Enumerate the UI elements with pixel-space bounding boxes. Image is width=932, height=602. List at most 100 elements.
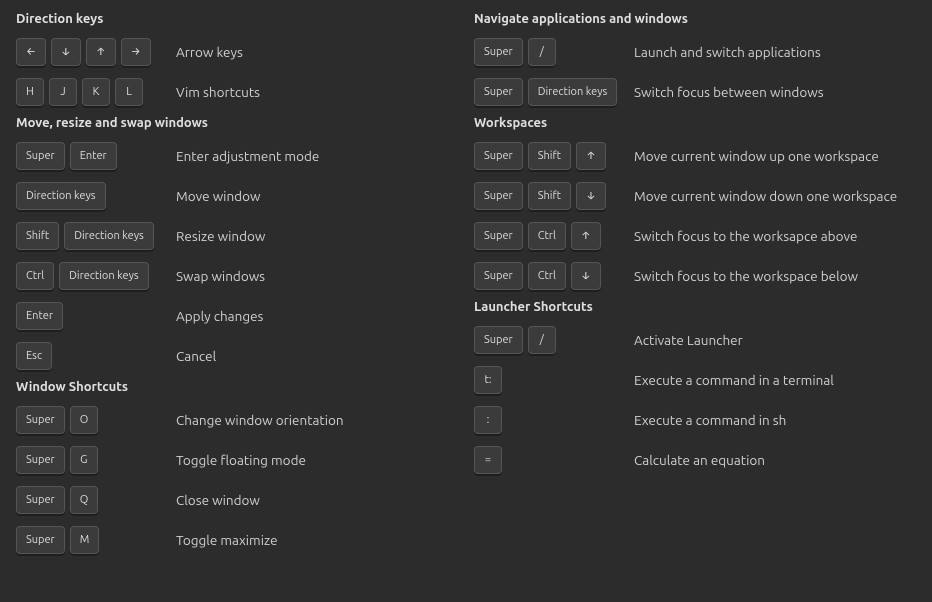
key-cap: Direction keys <box>59 262 149 290</box>
section-title: Direction keys <box>16 12 458 26</box>
key-cap: Shift <box>16 222 59 250</box>
key-group: SuperEnter <box>16 142 176 170</box>
shortcut-desc: Resize window <box>176 228 265 244</box>
key-group: SuperCtrl↑ <box>474 222 634 250</box>
shortcut-row: SuperEnterEnter adjustment mode <box>16 140 458 172</box>
shortcut-row: SuperCtrl↑Switch focus to the worksapce … <box>474 220 916 252</box>
shortcut-desc: Toggle floating mode <box>176 452 306 468</box>
key-cap: ← <box>16 38 46 66</box>
key-group: ShiftDirection keys <box>16 222 176 250</box>
shortcut-row: CtrlDirection keysSwap windows <box>16 260 458 292</box>
section-title: Window Shortcuts <box>16 380 458 394</box>
key-cap: Ctrl <box>528 222 566 250</box>
shortcut-desc: Move current window up one workspace <box>634 148 879 164</box>
shortcut-row: SuperDirection keysSwitch focus between … <box>474 76 916 108</box>
shortcut-row: t: Execute a command in a terminal <box>474 364 916 396</box>
key-group: SuperShift↑ <box>474 142 634 170</box>
shortcut-desc: Close window <box>176 492 260 508</box>
key-cap: Super <box>474 38 523 66</box>
key-cap: Q <box>70 486 99 514</box>
shortcut-row: SuperQClose window <box>16 484 458 516</box>
shortcut-desc: Apply changes <box>176 308 263 324</box>
shortcut-row: SuperShift↓Move current window down one … <box>474 180 916 212</box>
key-cap: Enter <box>70 142 117 170</box>
shortcut-desc: Change window orientation <box>176 412 344 428</box>
key-cap: Ctrl <box>528 262 566 290</box>
key-cap: ↓ <box>576 182 606 210</box>
key-cap: : <box>474 406 502 434</box>
key-cap: Enter <box>16 302 63 330</box>
shortcut-row: SuperOChange window orientation <box>16 404 458 436</box>
key-cap: ↓ <box>571 262 601 290</box>
shortcut-desc: Swap windows <box>176 268 265 284</box>
key-cap: M <box>70 526 100 554</box>
key-group: ←↓↑→ <box>16 38 176 66</box>
shortcut-desc: Move window <box>176 188 260 204</box>
key-cap: / <box>528 326 556 354</box>
key-cap: Super <box>474 182 523 210</box>
key-cap: Super <box>16 486 65 514</box>
key-group: Super/ <box>474 326 634 354</box>
key-group: SuperM <box>16 526 176 554</box>
section-title: Move, resize and swap windows <box>16 116 458 130</box>
key-cap: Super <box>16 406 65 434</box>
shortcut-row: ←↓↑→Arrow keys <box>16 36 458 68</box>
key-cap: Super <box>474 142 523 170</box>
shortcut-row: HJKLVim shortcuts <box>16 76 458 108</box>
shortcut-row: Super/Launch and switch applications <box>474 36 916 68</box>
shortcut-row: Esc Cancel <box>16 340 458 372</box>
key-group: SuperQ <box>16 486 176 514</box>
key-group: SuperCtrl↓ <box>474 262 634 290</box>
key-group: Super/ <box>474 38 634 66</box>
key-cap: t: <box>474 366 502 394</box>
key-cap: O <box>70 406 99 434</box>
section: WorkspacesSuperShift↑Move current window… <box>474 116 916 292</box>
key-group: t: <box>474 366 634 394</box>
key-group: Direction keys <box>16 182 176 210</box>
shortcut-row: Super/Activate Launcher <box>474 324 916 356</box>
shortcut-row: SuperMToggle maximize <box>16 524 458 556</box>
shortcut-row: ShiftDirection keysResize window <box>16 220 458 252</box>
key-group: SuperO <box>16 406 176 434</box>
key-group: SuperG <box>16 446 176 474</box>
key-cap: → <box>121 38 151 66</box>
section-title: Launcher Shortcuts <box>474 300 916 314</box>
shortcut-desc: Switch focus between windows <box>634 84 824 100</box>
key-group: HJKL <box>16 78 176 106</box>
key-cap: Esc <box>16 342 52 370</box>
shortcut-desc: Calculate an equation <box>634 452 765 468</box>
shortcut-desc: Move current window down one workspace <box>634 188 897 204</box>
key-cap: ↑ <box>86 38 116 66</box>
shortcut-desc: Vim shortcuts <box>176 84 260 100</box>
shortcut-row: SuperShift↑Move current window up one wo… <box>474 140 916 172</box>
shortcut-desc: Enter adjustment mode <box>176 148 319 164</box>
key-cap: Direction keys <box>16 182 106 210</box>
shortcut-desc: Switch focus to the workspace below <box>634 268 858 284</box>
key-cap: Super <box>474 262 523 290</box>
section-title: Workspaces <box>474 116 916 130</box>
key-cap: Direction keys <box>528 78 618 106</box>
shortcut-desc: Cancel <box>176 348 216 364</box>
section: Window ShortcutsSuperOChange window orie… <box>16 380 458 556</box>
key-cap: Super <box>16 446 65 474</box>
key-cap: Shift <box>528 142 571 170</box>
section: Launcher Shortcuts Super/Activate Launche… <box>474 300 916 476</box>
shortcut-desc: Arrow keys <box>176 44 243 60</box>
shortcut-desc: Execute a command in sh <box>634 412 786 428</box>
shortcut-desc: Execute a command in a terminal <box>634 372 834 388</box>
section: Direction keys←↓↑→Arrow keysHJKLVim shor… <box>16 12 458 108</box>
key-cap: Super <box>16 526 65 554</box>
key-group: Enter <box>16 302 176 330</box>
key-cap: K <box>82 78 110 106</box>
key-group: Esc <box>16 342 176 370</box>
key-group: SuperShift↓ <box>474 182 634 210</box>
shortcut-row: = Calculate an equation <box>474 444 916 476</box>
section-title: Navigate applications and windows <box>474 12 916 26</box>
shortcut-row: Direction keys Move window <box>16 180 458 212</box>
key-cap: ↓ <box>51 38 81 66</box>
key-cap: = <box>474 446 502 474</box>
key-cap: ↑ <box>576 142 606 170</box>
key-group: CtrlDirection keys <box>16 262 176 290</box>
key-cap: L <box>115 78 143 106</box>
key-cap: J <box>49 78 77 106</box>
